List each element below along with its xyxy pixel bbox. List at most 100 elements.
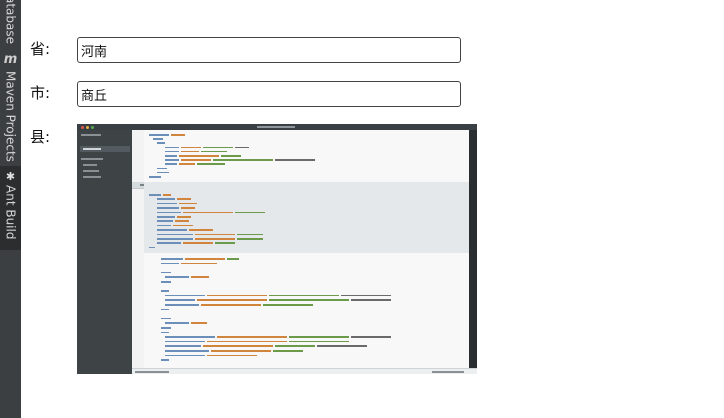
code-token <box>153 138 163 140</box>
code-token <box>185 258 225 260</box>
code-token <box>149 246 155 249</box>
code-token <box>165 345 201 347</box>
code-token <box>157 238 193 240</box>
code-token <box>351 336 391 338</box>
code-token <box>181 146 201 149</box>
code-token <box>189 229 213 231</box>
minimize-dot-icon <box>86 125 89 129</box>
code-token <box>263 304 313 306</box>
line-number-gutter <box>132 130 144 368</box>
ant-build-tab[interactable]: ✱ Ant Build <box>0 166 21 250</box>
code-token <box>149 194 161 196</box>
maven-projects-tab-label: Maven Projects <box>3 71 18 162</box>
code-token <box>165 350 209 352</box>
code-token <box>149 134 169 136</box>
maven-m-icon: m <box>3 52 18 67</box>
code-token <box>181 207 195 209</box>
code-token <box>179 155 219 157</box>
code-token <box>157 207 179 209</box>
code-token <box>165 150 179 153</box>
code-token <box>161 281 171 283</box>
code-token <box>217 336 287 338</box>
code-token <box>165 146 179 149</box>
code-token <box>183 242 213 244</box>
code-token <box>165 276 189 278</box>
code-token <box>175 220 189 222</box>
code-token <box>201 150 227 153</box>
code-token <box>161 359 169 361</box>
maven-projects-tab[interactable]: m Maven Projects <box>0 52 21 162</box>
code-token <box>165 336 215 338</box>
code-token <box>161 308 169 311</box>
ant-icon: ✱ <box>5 170 16 183</box>
code-token <box>149 176 161 178</box>
code-token <box>165 299 195 301</box>
code-token <box>165 294 205 297</box>
code-token <box>181 150 199 153</box>
code-token <box>269 299 349 301</box>
code-token <box>157 167 167 170</box>
code-token <box>165 155 177 157</box>
editor-file-sidebar <box>77 130 132 374</box>
code-token <box>161 258 183 260</box>
code-token <box>157 211 181 214</box>
code-token <box>207 294 267 297</box>
code-token <box>181 262 217 265</box>
code-token <box>275 159 315 161</box>
code-token <box>181 159 211 161</box>
code-token <box>183 211 233 214</box>
code-token <box>157 229 187 231</box>
code-token <box>157 202 177 205</box>
code-token <box>269 294 339 297</box>
code-token <box>161 327 171 329</box>
close-dot-icon <box>81 125 84 129</box>
database-tab[interactable]: atabase <box>0 0 21 44</box>
code-token <box>161 290 169 292</box>
code-token <box>177 216 191 218</box>
code-token <box>165 354 205 357</box>
code-token <box>161 317 171 320</box>
ide-tool-strip: atabase m Maven Projects ✱ Ant Build <box>0 0 21 418</box>
code-token <box>317 345 367 347</box>
province-input[interactable] <box>77 37 461 63</box>
code-token <box>351 299 391 301</box>
code-token <box>207 340 287 343</box>
code-editor-screenshot <box>77 124 477 374</box>
county-label: 县: <box>30 128 51 146</box>
code-token <box>157 224 171 227</box>
code-token <box>157 198 175 200</box>
code-token <box>157 220 173 222</box>
city-input[interactable] <box>77 81 461 107</box>
code-token <box>289 340 349 343</box>
code-token <box>157 171 169 174</box>
code-token <box>203 146 233 149</box>
code-token <box>163 194 171 196</box>
code-token <box>179 202 197 205</box>
code-token <box>161 271 171 274</box>
code-token <box>195 233 235 236</box>
code-token <box>171 134 185 136</box>
code-token <box>177 198 191 200</box>
code-token <box>161 331 169 334</box>
code-token <box>161 262 179 265</box>
code-token <box>191 276 209 278</box>
code-token <box>203 345 273 347</box>
zoom-dot-icon <box>91 125 94 129</box>
code-token <box>341 294 391 297</box>
code-token <box>197 299 267 301</box>
code-token <box>165 322 189 324</box>
city-label: 市: <box>30 84 51 102</box>
code-token <box>215 242 235 244</box>
ant-build-tab-label: Ant Build <box>3 185 18 240</box>
code-token <box>273 350 303 352</box>
code-token <box>213 159 273 161</box>
code-token <box>207 354 257 357</box>
database-tab-label: atabase <box>3 0 18 45</box>
code-token <box>237 233 263 236</box>
code-token <box>227 258 239 260</box>
code-token <box>197 163 225 165</box>
code-token <box>157 233 193 236</box>
code-token <box>157 142 165 144</box>
province-label: 省: <box>30 40 51 58</box>
code-token <box>173 224 193 227</box>
